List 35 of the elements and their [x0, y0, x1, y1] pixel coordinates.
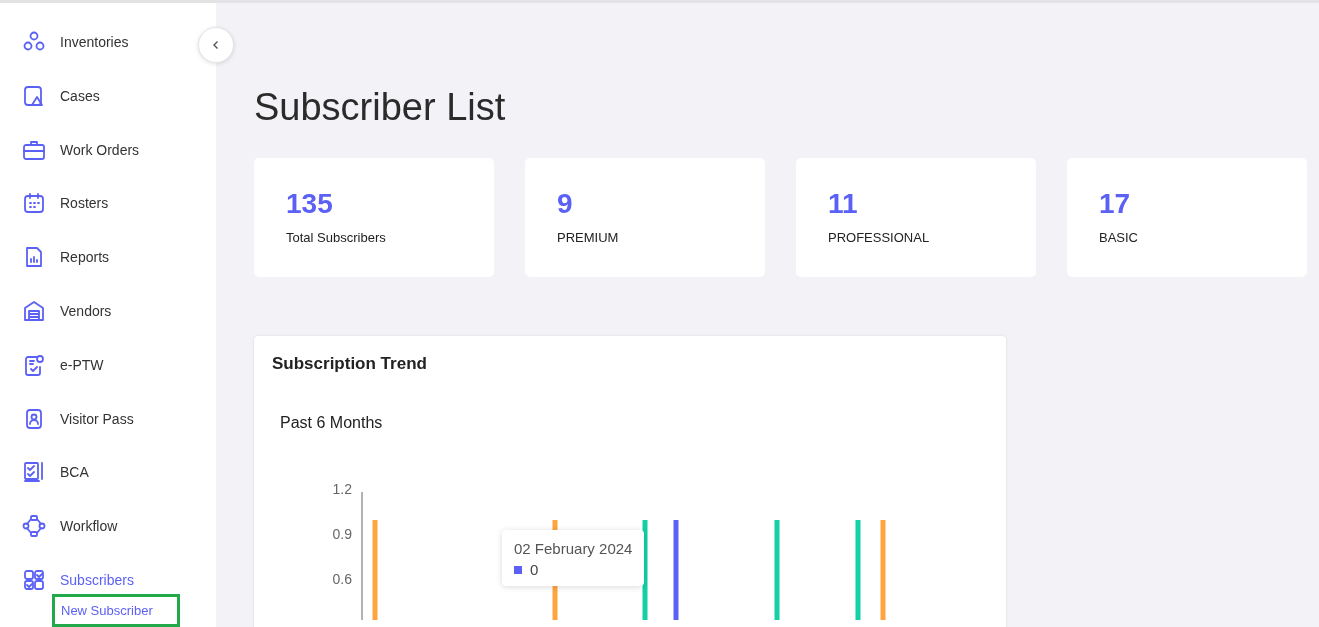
stat-label: BASIC [1099, 230, 1139, 245]
grid-icon [22, 568, 46, 593]
clipboard-pencil-icon [22, 460, 46, 485]
page-title: Subscriber List [254, 85, 507, 129]
tooltip-date: 02 February 2024 [514, 540, 633, 557]
flowchart-icon [22, 514, 46, 539]
axis-tick-label: 0.6 [332, 570, 352, 587]
axis-tick-label: 1.2 [332, 480, 352, 497]
axis-tick-label: 0.9 [332, 525, 352, 542]
sidebar-item[interactable]: Work Orders [0, 122, 148, 177]
sidebar-item[interactable]: BCA [0, 445, 97, 500]
sidebar-item[interactable]: e-PTW [0, 337, 112, 392]
stat-label: Total Subscribers [286, 230, 387, 245]
stat-value: 9 [557, 188, 574, 220]
card-title: Subscription Trend [272, 354, 428, 374]
sidebar-item[interactable]: Workflow [0, 499, 126, 554]
sidebar-item[interactable]: Rosters [0, 176, 117, 231]
sidebar-item[interactable]: Inventories [0, 15, 137, 69]
calendar-icon [22, 191, 46, 216]
stat-value: 135 [286, 188, 334, 220]
stat-value: 17 [1099, 188, 1132, 220]
chart-subtitle: Past 6 Months [280, 414, 384, 432]
sidebar-item[interactable]: Reports [0, 230, 118, 285]
sidebar-subitem[interactable]: New Subscriber [52, 593, 180, 627]
stat-value: 11 [828, 188, 859, 220]
sidebar-item[interactable]: Cases [0, 68, 108, 123]
warning-icon [22, 83, 46, 108]
stat-label: PREMIUM [557, 230, 620, 245]
sidebar-item[interactable]: Visitor Pass [0, 391, 142, 446]
sidebar-item[interactable]: Vendors [0, 284, 120, 338]
garage-icon [22, 298, 46, 323]
checklist-pin-icon [22, 352, 46, 377]
stat-label: PROFESSIONAL [828, 230, 931, 245]
tooltip-value: 0 [530, 561, 539, 578]
chevron-left-icon [211, 40, 221, 50]
